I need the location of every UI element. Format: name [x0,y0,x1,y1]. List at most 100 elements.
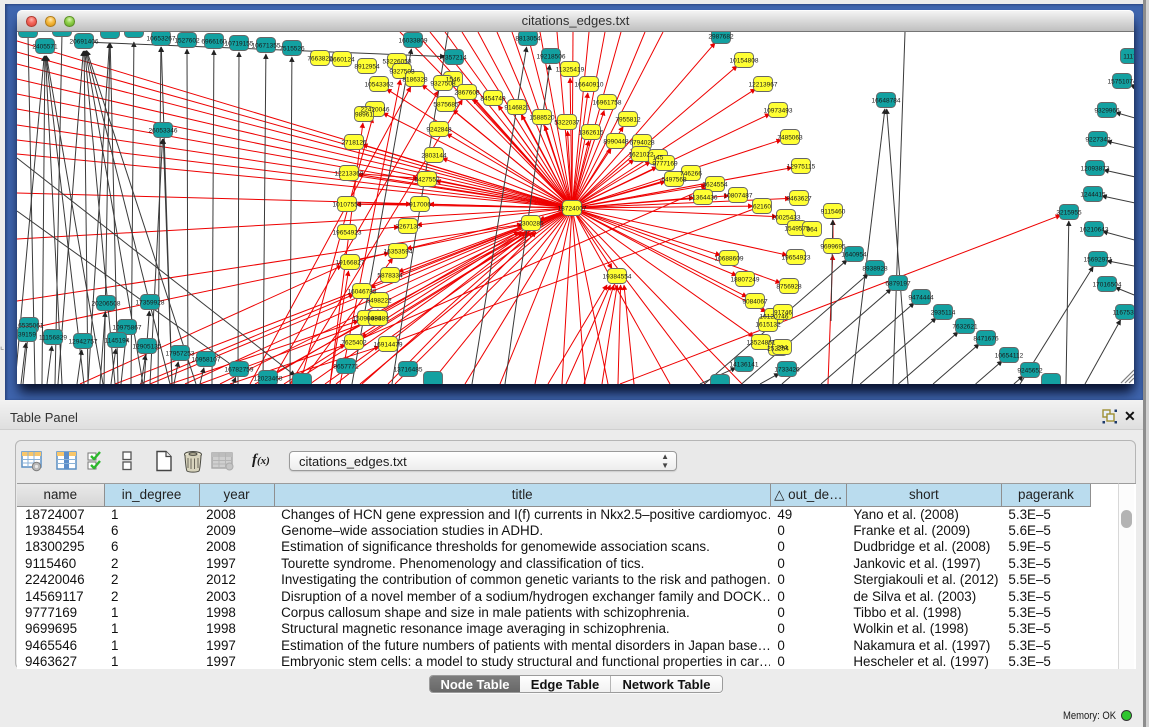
svg-text:7625402: 7625402 [341,340,367,347]
svg-text:1167533: 1167533 [1113,310,1134,317]
svg-text:9327503: 9327503 [389,69,415,76]
svg-text:12023468: 12023468 [254,376,283,383]
svg-text:1362615: 1362615 [578,130,604,137]
svg-text:16535061: 16535061 [17,323,44,330]
svg-text:9227342: 9227342 [1085,137,1111,144]
svg-text:19166827: 19166827 [336,260,365,267]
svg-text:98961: 98961 [355,112,373,119]
svg-text:17359928: 17359928 [136,300,165,307]
svg-text:20206508: 20206508 [92,301,121,308]
svg-text:39159: 39159 [18,332,36,339]
svg-text:12942757: 12942757 [69,339,98,346]
svg-text:12975115: 12975115 [787,164,816,171]
svg-text:8454749: 8454749 [480,96,506,103]
svg-text:8427552: 8427552 [414,177,440,184]
svg-text:10975867: 10975867 [113,325,142,332]
svg-text:6879197: 6879197 [885,281,911,288]
svg-text:16961758: 16961758 [593,100,622,107]
svg-text:16210643: 16210643 [1080,227,1109,234]
svg-text:18724007: 18724007 [558,206,587,213]
svg-text:16782759: 16782759 [225,367,254,374]
svg-text:917006: 917006 [409,202,431,209]
svg-text:9463627: 9463627 [786,196,812,203]
svg-text:16640910: 16640910 [575,82,604,89]
svg-text:19654923: 19654923 [782,255,811,262]
svg-text:19218506: 19218506 [537,54,566,61]
svg-text:7632621: 7632621 [952,324,978,331]
svg-text:19384554: 19384554 [603,274,632,281]
svg-text:91746: 91746 [774,310,792,317]
svg-text:1640954: 1640954 [841,252,867,259]
svg-text:6966160: 6966160 [201,39,227,46]
svg-text:16648784: 16648784 [872,98,901,105]
svg-text:10671355: 10671355 [252,43,281,50]
svg-text:1145194: 1145194 [105,338,130,345]
svg-text:2300285: 2300285 [518,221,544,228]
svg-text:62160: 62160 [753,204,771,211]
svg-text:16914479: 16914479 [374,342,403,349]
svg-text:1244415: 1244415 [1080,192,1106,199]
svg-text:16033809: 16033809 [399,38,428,45]
svg-text:8813054: 8813054 [515,36,541,43]
svg-text:1733426: 1733426 [774,367,800,374]
svg-text:12213967: 12213967 [749,82,778,89]
svg-text:9245652: 9245652 [1017,368,1043,375]
svg-text:9660124: 9660124 [329,57,355,64]
svg-text:16353594: 16353594 [384,249,413,256]
svg-text:1588520: 1588520 [529,115,555,122]
svg-text:18807249: 18807249 [731,277,760,284]
svg-text:10154808: 10154808 [730,58,759,65]
svg-text:8186328: 8186328 [402,77,428,84]
svg-text:10025433: 10025433 [772,215,801,222]
svg-text:15692971: 15692971 [1084,257,1113,264]
svg-text:53226058: 53226058 [383,59,412,66]
svg-text:2803144: 2803144 [421,153,447,160]
svg-text:10973493: 10973493 [764,108,793,115]
svg-text:294: 294 [777,345,788,352]
svg-text:10543362: 10543362 [365,82,394,89]
svg-text:8756928: 8756928 [776,284,802,291]
svg-text:1615132: 1615132 [755,322,781,329]
svg-text:17957253: 17957253 [166,351,195,358]
svg-text:9084067: 9084067 [742,299,768,306]
svg-text:20691406: 20691406 [70,39,99,46]
svg-text:9242848: 9242848 [426,127,452,134]
svg-text:2405571: 2405571 [32,44,58,51]
svg-text:1117: 1117 [1123,54,1134,61]
svg-text:1527602: 1527602 [174,38,200,45]
svg-text:16046788: 16046788 [348,289,377,296]
svg-text:5498222: 5498222 [366,298,392,305]
svg-text:2987682: 2987682 [708,34,734,41]
svg-text:12093873: 12093873 [1081,166,1110,173]
svg-text:9777169: 9777169 [652,161,678,168]
svg-text:10688609: 10688609 [715,256,744,263]
svg-text:5875685: 5875685 [433,102,459,109]
svg-text:6497568: 6497568 [661,177,687,184]
svg-text:12213369: 12213369 [335,171,364,178]
svg-text:6794028: 6794028 [629,140,655,147]
svg-text:7485063: 7485063 [777,135,803,142]
svg-text:17016504: 17016504 [1093,282,1122,289]
svg-text:7955812: 7955812 [615,117,641,124]
svg-text:8471676: 8471676 [973,336,999,343]
svg-text:26053346: 26053346 [149,128,178,135]
svg-text:10654112: 10654112 [995,353,1024,360]
svg-text:10958107: 10958107 [192,357,221,364]
svg-text:9115460: 9115460 [821,209,846,216]
svg-text:9474444: 9474444 [908,295,934,302]
svg-text:3267130: 3267130 [395,224,421,231]
svg-text:8990448: 8990448 [603,139,629,146]
svg-text:7357214: 7357214 [441,55,467,62]
svg-text:7515526: 7515526 [279,46,305,53]
svg-text:964: 964 [807,227,818,234]
svg-text:8912954: 8912954 [354,64,380,71]
svg-text:5878334: 5878334 [377,273,403,280]
svg-text:9699695: 9699695 [820,244,846,251]
svg-text:10719155: 10719155 [225,41,254,48]
svg-text:21364436: 21364436 [689,195,718,202]
svg-text:1621022: 1621022 [628,152,654,159]
svg-text:2935114: 2935114 [931,310,956,317]
svg-text:9327508: 9327508 [430,81,456,88]
svg-text:2718126: 2718126 [341,140,367,147]
svg-text:8938928: 8938928 [862,266,888,273]
